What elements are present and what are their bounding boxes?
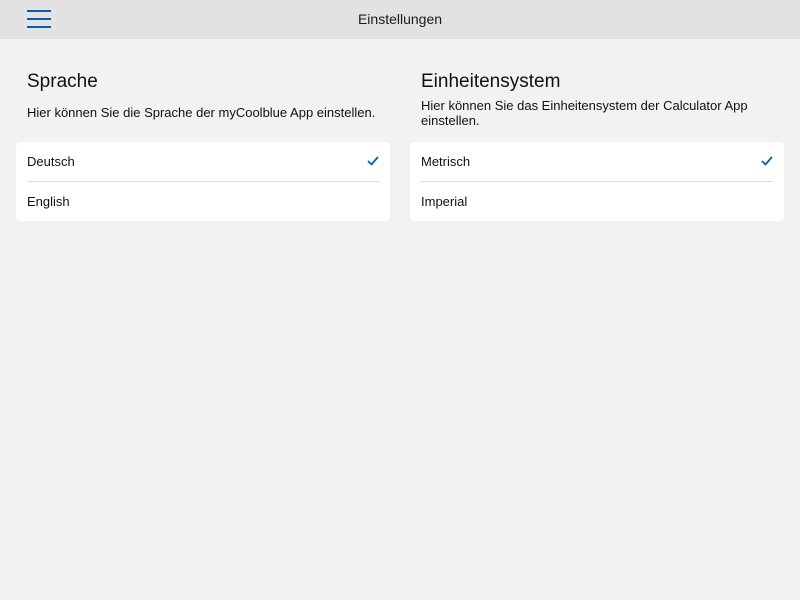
language-option-english[interactable]: English — [16, 182, 390, 221]
language-section-title: Sprache — [27, 71, 98, 92]
unit-option-metrisch[interactable]: Metrisch — [410, 142, 784, 182]
language-section: Sprache Hier können Sie die Sprache der … — [16, 39, 390, 221]
language-option-label: Deutsch — [27, 154, 75, 169]
unit-system-options-card: Metrisch Imperial — [410, 142, 784, 221]
unit-option-label: Imperial — [421, 194, 468, 209]
unit-system-section-description: Hier können Sie das Einheitensystem der … — [421, 98, 748, 128]
menu-line — [27, 26, 51, 28]
page-title: Einstellungen — [357, 11, 443, 27]
menu-line — [27, 10, 51, 12]
checkmark-icon — [761, 156, 773, 166]
unit-option-imperial[interactable]: Imperial — [410, 182, 784, 221]
language-options-card: Deutsch English — [16, 142, 390, 221]
language-option-label: English — [27, 194, 70, 209]
top-bar: Einstellungen — [0, 0, 800, 39]
unit-system-section: Einheitensystem Hier können Sie das Einh… — [410, 39, 784, 221]
hamburger-menu-icon[interactable] — [27, 10, 51, 29]
unit-system-section-title: Einheitensystem — [421, 71, 561, 92]
language-section-description: Hier können Sie die Sprache der myCoolbl… — [27, 105, 376, 120]
menu-line — [27, 18, 51, 20]
language-option-deutsch[interactable]: Deutsch — [16, 142, 390, 182]
checkmark-icon — [367, 156, 379, 166]
unit-option-label: Metrisch — [421, 154, 471, 169]
